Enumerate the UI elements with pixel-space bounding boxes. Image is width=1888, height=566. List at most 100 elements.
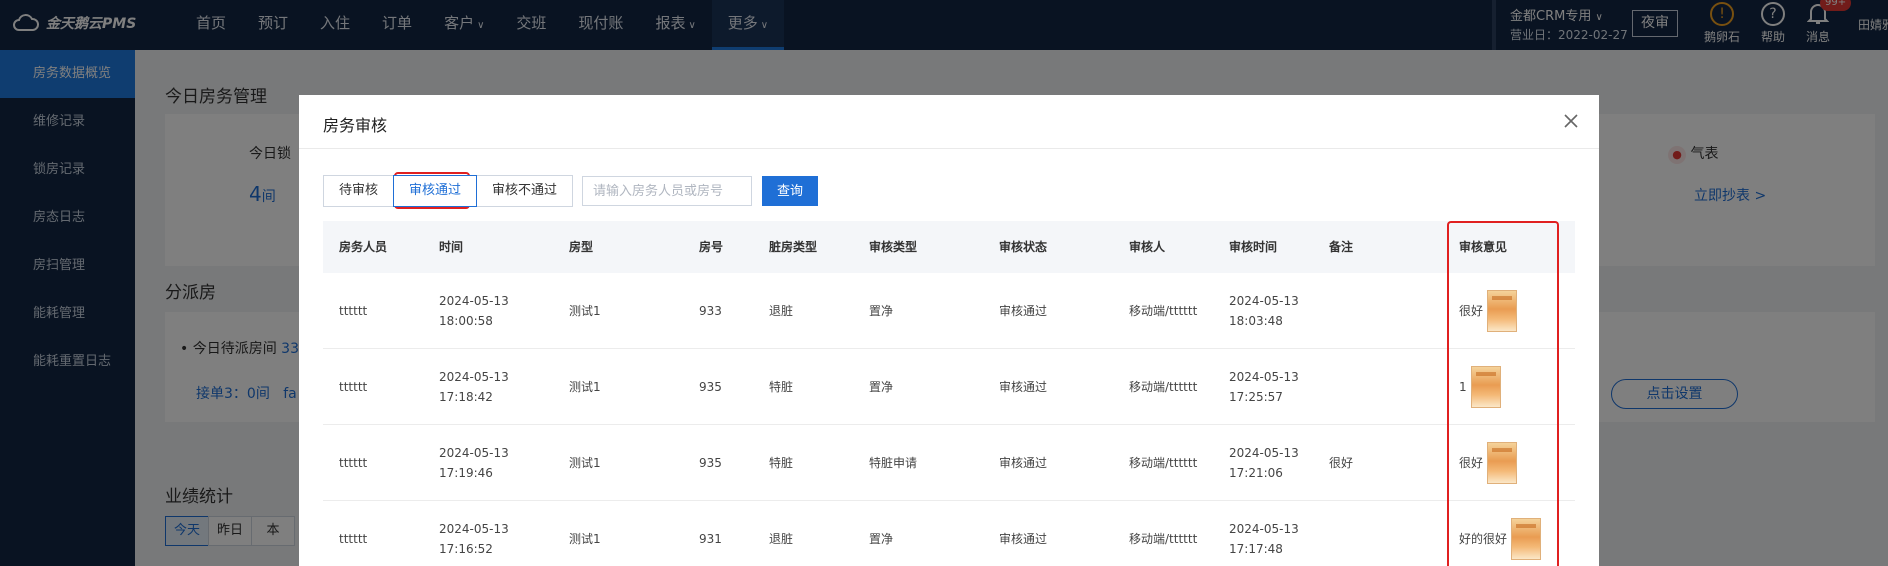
table-cell: tttttt (339, 349, 367, 425)
table-cell: 933 (699, 273, 722, 349)
query-button[interactable]: 查询 (762, 176, 819, 206)
opinion-photo-thumbnail[interactable] (1511, 518, 1542, 560)
table-cell: tttttt (339, 273, 367, 349)
cell-text: 置净 (869, 532, 894, 546)
datetime: 2024-05-13 17:25:57 (1229, 367, 1299, 407)
cell-text: 测试1 (569, 380, 601, 394)
table-cell: 特脏 (769, 425, 793, 501)
cell-text: 935 (699, 380, 722, 394)
date-text: 2024-05-13 (439, 370, 509, 384)
opinion-photo-thumbnail[interactable] (1470, 366, 1501, 408)
table-cell: 935 (699, 349, 722, 425)
time-text: 17:16:52 (439, 542, 493, 556)
opinion-text: 1 (1459, 380, 1467, 394)
table-cell: 特脏 (769, 349, 793, 425)
column-header: 审核类型 (869, 240, 918, 254)
table-row: tttttt 2024-05-13 17:16:52 测试1 931 退脏 置净 审核通过 移动… (323, 501, 1575, 566)
cell-text: 置净 (869, 380, 894, 394)
cell-text: 退脏 (769, 532, 794, 546)
cell-text: 测试1 (569, 532, 601, 546)
date-text: 2024-05-13 (439, 446, 509, 460)
datetime: 2024-05-13 17:21:06 (1229, 443, 1299, 483)
opinion-photo-thumbnail[interactable] (1487, 442, 1518, 484)
filter-bar: 待审核审核通过审核不通过 查询 (323, 175, 819, 207)
datetime: 2024-05-13 18:00:58 (439, 291, 509, 331)
search-input[interactable] (582, 176, 753, 206)
table-cell: 置净 (869, 501, 893, 566)
table-cell: 测试1 (569, 349, 601, 425)
table-body: tttttt 2024-05-13 18:00:58 测试1 933 退脏 置净 审核通过 移动… (323, 273, 1575, 566)
date-text: 2024-05-13 (1229, 294, 1299, 308)
table-cell: 移动端/tttttt (1129, 501, 1197, 566)
opinion-text: 很好 (1459, 456, 1484, 470)
table-cell: 置净 (869, 349, 893, 425)
audit-opinion: 很好 (1459, 290, 1518, 332)
table-cell: 2024-05-13 17:19:46 (439, 425, 509, 501)
cell-text: tttttt (339, 456, 368, 470)
cell-text: 审核通过 (999, 456, 1048, 470)
table-cell: 931 (699, 501, 722, 566)
opinion-text: 很好 (1459, 304, 1484, 318)
table-cell: 审核通过 (999, 349, 1047, 425)
cell-text: 退脏 (769, 304, 794, 318)
column-header: 房务人员 (339, 240, 388, 254)
table-cell: 2024-05-13 18:03:48 (1229, 273, 1299, 349)
time-text: 17:25:57 (1229, 390, 1283, 404)
opinion-photo-thumbnail[interactable] (1487, 290, 1518, 332)
table-cell: 移动端/tttttt (1129, 425, 1197, 501)
close-icon[interactable] (1561, 111, 1581, 131)
table-cell: 很好 (1459, 425, 1518, 501)
cell-text: 935 (699, 456, 722, 470)
table-cell: 退脏 (769, 273, 793, 349)
filter-tab[interactable]: 待审核 (323, 175, 395, 207)
column-header: 审核状态 (999, 240, 1048, 254)
table-cell: 好的很好 (1459, 501, 1542, 566)
audit-status-tabs: 待审核 审核通过 审核不通过 (323, 175, 574, 207)
table-cell: 935 (699, 425, 722, 501)
table-cell: 2024-05-13 17:18:42 (439, 349, 509, 425)
audit-opinion: 好的很好 (1459, 518, 1542, 560)
housekeeping-audit-modal: 房务审核 待审核审核通过审核不通过 查询 房务人员时间房型房号脏房类型审核类型审… (299, 95, 1599, 566)
cell-text: 审核通过 (999, 532, 1048, 546)
table-row: tttttt 2024-05-13 17:19:46 测试1 935 特脏 特脏申请 审核通过… (323, 425, 1575, 501)
cell-text: tttttt (339, 532, 368, 546)
column-header: 审核意见 (1459, 240, 1508, 254)
table-cell: 测试1 (569, 501, 601, 566)
cell-text: 审核通过 (999, 304, 1048, 318)
table-cell: tttttt (339, 501, 367, 566)
date-text: 2024-05-13 (1229, 522, 1299, 536)
table-cell: 很好 (1459, 273, 1518, 349)
date-text: 2024-05-13 (1229, 446, 1299, 460)
table-cell: 1 (1459, 349, 1501, 425)
cell-text: 移动端/tttttt (1129, 304, 1198, 318)
datetime: 2024-05-13 17:17:48 (1229, 519, 1299, 559)
column-header: 备注 (1329, 240, 1354, 254)
cell-text: 933 (699, 304, 722, 318)
modal-title: 房务审核 (323, 116, 388, 135)
audit-opinion: 很好 (1459, 442, 1518, 484)
cell-text: 特脏申请 (869, 456, 918, 470)
table-cell: 2024-05-13 18:00:58 (439, 273, 509, 349)
audit-opinion: 1 (1459, 366, 1501, 408)
table-cell: tttttt (339, 425, 367, 501)
table-cell: 2024-05-13 17:25:57 (1229, 349, 1299, 425)
cell-text: 测试1 (569, 456, 601, 470)
cell-text: 移动端/tttttt (1129, 456, 1198, 470)
filter-tab[interactable]: 审核不通过 (476, 175, 574, 207)
table-cell: 退脏 (769, 501, 793, 566)
cell-text: 移动端/tttttt (1129, 380, 1198, 394)
time-text: 17:17:48 (1229, 542, 1283, 556)
table-cell: 移动端/tttttt (1129, 273, 1197, 349)
cell-text: 931 (699, 532, 722, 546)
column-header: 房号 (699, 240, 724, 254)
audit-table: 房务人员 时间 房型 房号 脏房类型 审核类型 审核状态 审核人 审核时间 备注 审核意见 tttt… (323, 221, 1575, 566)
date-text: 2024-05-13 (1229, 370, 1299, 384)
cell-text: tttttt (339, 304, 368, 318)
table-cell: 置净 (869, 273, 893, 349)
cell-text: 移动端/tttttt (1129, 532, 1198, 546)
datetime: 2024-05-13 17:19:46 (439, 443, 509, 483)
table-cell: 审核通过 (999, 425, 1047, 501)
filter-tab[interactable]: 审核通过 (393, 175, 478, 207)
table-cell: 测试1 (569, 425, 601, 501)
cell-text: 置净 (869, 304, 894, 318)
